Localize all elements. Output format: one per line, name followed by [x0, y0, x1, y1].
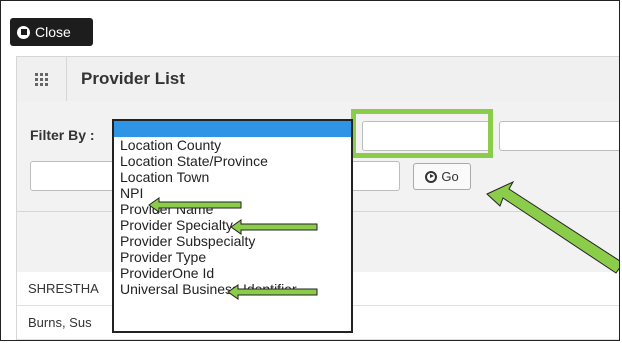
- annotation-arrows: [148, 180, 619, 300]
- arrow-icon: [227, 284, 318, 300]
- arrow-icon: [230, 219, 318, 235]
- arrow-icon: [148, 197, 242, 213]
- arrow-icon: [486, 180, 619, 274]
- screenshot-frame: Close Provider List Filter By : Go SHRES…: [0, 0, 620, 341]
